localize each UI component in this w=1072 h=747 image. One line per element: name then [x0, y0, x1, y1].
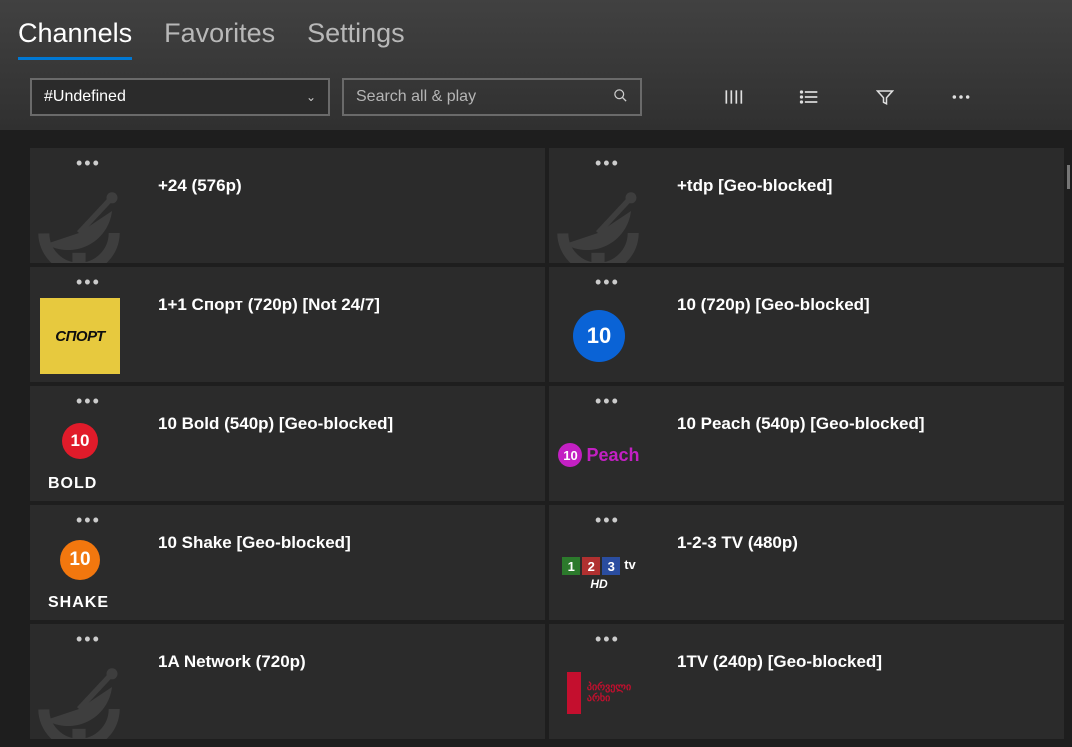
tab-channels[interactable]: Channels	[18, 18, 132, 60]
channel-title: 10 Bold (540p) [Geo-blocked]	[158, 414, 535, 434]
channel-thumb: 10 SHAKE	[30, 528, 130, 620]
channel-thumb: 123tv HD	[549, 528, 649, 620]
channel-title: 1+1 Спорт (720p) [Not 24/7]	[158, 295, 535, 315]
tab-settings[interactable]: Settings	[307, 18, 405, 57]
search-input[interactable]	[356, 88, 613, 106]
channel-card[interactable]: ••• პირველიარხი 1TV (240p) [Geo-blocked]	[549, 624, 1064, 739]
channel-thumb: პირველიარხი	[549, 647, 649, 739]
channel-title: 10 (720p) [Geo-blocked]	[677, 295, 1054, 315]
channel-thumb	[549, 171, 649, 263]
toolbar: #Undefined ⌄	[0, 60, 1072, 116]
channel-logo-peach: 10Peach	[558, 443, 639, 467]
channel-thumb: 10Peach	[549, 409, 649, 501]
nav-tabs: Channels Favorites Settings	[0, 0, 1072, 60]
channel-card[interactable]: ••• +24 (576p)	[30, 148, 545, 263]
card-more-icon[interactable]: •••	[595, 515, 620, 525]
card-more-icon[interactable]: •••	[595, 277, 620, 287]
channel-card[interactable]: ••• СПОРТ 1+1 Спорт (720p) [Not 24/7]	[30, 267, 545, 382]
channel-grid: ••• +24 (576p) ••• +tdp [Geo-blocked] ••…	[0, 130, 1072, 747]
channel-logo-1tv: პირველიარხი	[567, 672, 631, 714]
channel-logo-10: 10	[573, 310, 625, 362]
more-button[interactable]	[936, 79, 986, 115]
view-columns-button[interactable]	[708, 79, 758, 115]
tab-favorites[interactable]: Favorites	[164, 18, 275, 57]
search-icon[interactable]	[613, 88, 628, 106]
channel-logo-123tv: 123tv HD	[562, 557, 636, 591]
channel-title: 1A Network (720p)	[158, 652, 535, 672]
search-box[interactable]	[342, 78, 642, 116]
card-more-icon[interactable]: •••	[595, 634, 620, 644]
channel-title: +24 (576p)	[158, 176, 535, 196]
category-dropdown-value: #Undefined	[44, 88, 126, 106]
card-more-icon[interactable]: •••	[76, 277, 101, 287]
channel-card[interactable]: ••• 10 BOLD 10 Bold (540p) [Geo-blocked]	[30, 386, 545, 501]
channel-card[interactable]: ••• 10 10 (720p) [Geo-blocked]	[549, 267, 1064, 382]
channel-title: 10 Shake [Geo-blocked]	[158, 533, 535, 553]
category-dropdown[interactable]: #Undefined ⌄	[30, 78, 330, 116]
channel-thumb: 10 BOLD	[30, 409, 130, 501]
channel-card[interactable]: ••• 123tv HD 1-2-3 TV (480p)	[549, 505, 1064, 620]
channel-title: 1-2-3 TV (480p)	[677, 533, 1054, 553]
channel-thumb: 10	[549, 290, 649, 382]
view-list-button[interactable]	[784, 79, 834, 115]
channel-title: +tdp [Geo-blocked]	[677, 176, 1054, 196]
card-more-icon[interactable]: •••	[76, 515, 101, 525]
chevron-down-icon: ⌄	[306, 90, 316, 104]
card-more-icon[interactable]: •••	[76, 396, 101, 406]
channel-card[interactable]: ••• +tdp [Geo-blocked]	[549, 148, 1064, 263]
filter-button[interactable]	[860, 79, 910, 115]
channel-title: 10 Peach (540p) [Geo-blocked]	[677, 414, 1054, 434]
channel-card[interactable]: ••• 10 SHAKE 10 Shake [Geo-blocked]	[30, 505, 545, 620]
channel-thumb	[30, 171, 130, 263]
channel-card[interactable]: ••• 10Peach 10 Peach (540p) [Geo-blocked…	[549, 386, 1064, 501]
scrollbar-thumb[interactable]	[1067, 165, 1070, 189]
channel-logo-sport: СПОРТ	[40, 298, 120, 374]
channel-card[interactable]: ••• 1A Network (720p)	[30, 624, 545, 739]
channel-title: 1TV (240p) [Geo-blocked]	[677, 652, 1054, 672]
channel-thumb	[30, 647, 130, 739]
channel-thumb: СПОРТ	[30, 290, 130, 382]
card-more-icon[interactable]: •••	[595, 396, 620, 406]
